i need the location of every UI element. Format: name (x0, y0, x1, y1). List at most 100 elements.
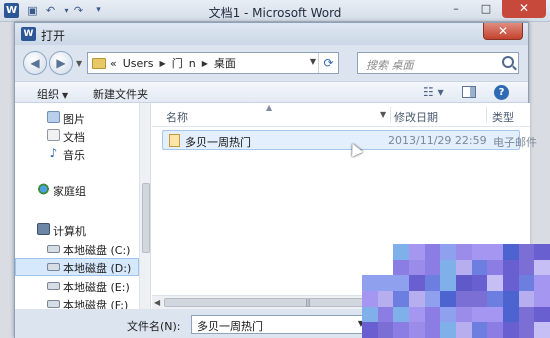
word-close-button[interactable]: ✕ (502, 0, 546, 18)
drive-icon (47, 282, 60, 290)
mosaic-tile (377, 291, 394, 307)
mosaic-tile (534, 306, 550, 323)
sidebar-item-computer[interactable]: 计算机 (15, 221, 139, 239)
breadcrumb-separator-icon[interactable]: ▶ (202, 59, 208, 68)
sidebar-item-label: 文档 (63, 131, 85, 144)
mosaic-tile (471, 275, 488, 291)
sidebar-item-label: 图片 (63, 113, 85, 126)
mosaic-tile (393, 291, 409, 307)
sidebar-item-homegroup[interactable]: 家庭组 (15, 181, 139, 199)
search-placeholder: 搜索 桌面 (366, 59, 414, 72)
column-divider[interactable] (390, 107, 391, 123)
mosaic-tile (471, 306, 488, 323)
help-icon[interactable]: ? (494, 85, 509, 100)
mosaic-tile (378, 244, 394, 260)
column-type[interactable]: 类型 (492, 109, 514, 125)
breadcrumb-users[interactable]: Users (123, 57, 154, 70)
maximize-button[interactable]: □ (472, 0, 500, 18)
mosaic-tile (378, 260, 394, 276)
mosaic-tile (456, 291, 472, 307)
breadcrumb-user-folder[interactable]: 门 (172, 55, 183, 71)
mosaic-tile (377, 306, 394, 323)
mosaic-tile (534, 322, 550, 338)
mosaic-tile (424, 259, 441, 276)
mosaic-tile (518, 259, 535, 276)
mosaic-tile (409, 275, 425, 291)
breadcrumb-desktop[interactable]: 桌面 (214, 55, 236, 71)
minimize-button[interactable]: – (442, 0, 470, 18)
sidebar-item-label: 本地磁盘 (F:) (63, 299, 129, 309)
mosaic-tile (518, 322, 535, 338)
refresh-icon[interactable]: ⟳ (318, 53, 338, 73)
sidebar-item-documents[interactable]: 文档 (15, 127, 139, 145)
address-overflow[interactable]: « (110, 57, 117, 70)
search-input[interactable]: 搜索 桌面 (357, 52, 519, 74)
mosaic-tile (534, 291, 550, 307)
mosaic-tile (456, 306, 472, 323)
mosaic-tile (424, 306, 441, 323)
dialog-titlebar: W 打开 ✕ (15, 23, 528, 45)
mosaic-tile (518, 244, 535, 260)
forward-button[interactable]: ▶ (49, 51, 73, 75)
organize-button[interactable]: 组织 ▼ (37, 86, 68, 102)
mosaic-tile (393, 275, 409, 291)
dialog-title: 打开 (41, 29, 66, 43)
breadcrumb-separator-icon[interactable]: ▶ (160, 59, 166, 68)
new-folder-button[interactable]: 新建文件夹 (93, 86, 148, 102)
sidebar-scroll-thumb[interactable] (142, 183, 150, 253)
column-filter-icon[interactable]: ▼ (380, 110, 386, 119)
mosaic-tile (487, 322, 503, 338)
music-icon: ♪ (49, 146, 58, 160)
file-row[interactable]: 多贝一周热门 2013/11/29 22:59 电子邮件 (162, 130, 537, 150)
mosaic-tile (534, 244, 550, 260)
mosaic-tile (471, 291, 488, 307)
breadcrumb-user-folder-2[interactable]: n (189, 57, 196, 70)
computer-icon (37, 223, 50, 235)
mosaic-tile (409, 244, 425, 260)
file-name-input[interactable]: 多贝一周热门 ▼ (191, 315, 369, 334)
word-titlebar: W ▣ ↶ ▾ ↷ ▾ 文档1 - Microsoft Word – □ ✕ (0, 0, 550, 22)
dialog-close-button[interactable]: ✕ (483, 23, 523, 40)
mosaic-tile (487, 306, 503, 323)
mosaic-tile (409, 306, 425, 323)
sidebar-item-music[interactable]: ♪ 音乐 (15, 145, 139, 163)
column-date-modified[interactable]: 修改日期 (394, 109, 438, 125)
column-divider[interactable] (486, 107, 487, 123)
view-options-icon[interactable]: ☷ ▾ (423, 85, 444, 99)
mosaic-tile (424, 291, 441, 307)
file-type: 电子邮件 (493, 136, 537, 149)
file-name: 多贝一周热门 (185, 136, 251, 149)
mosaic-tile (487, 244, 503, 260)
preview-pane-icon[interactable] (462, 86, 476, 98)
address-bar[interactable]: « Users ▶ 门 n ▶ 桌面 ▼ ⟳ (87, 52, 339, 74)
mosaic-tile (362, 260, 378, 276)
column-header: ▲ 名称 ▼ 修改日期 类型 (152, 103, 530, 127)
navigation-bar: ◀ ▶ ▼ « Users ▶ 门 n ▶ 桌面 ▼ ⟳ 搜索 桌面 (15, 45, 528, 81)
mosaic-tile (503, 306, 519, 323)
mosaic-tile (456, 322, 472, 338)
sidebar-item-pictures[interactable]: 图片 (15, 109, 139, 127)
mosaic-tile (424, 322, 441, 338)
mosaic-tile (362, 275, 378, 291)
mosaic-tile (503, 259, 519, 276)
recent-locations-dropdown-icon[interactable]: ▼ (76, 59, 82, 68)
mosaic-tile (471, 322, 488, 338)
back-button[interactable]: ◀ (23, 51, 47, 75)
mosaic-tile (362, 322, 378, 338)
sidebar-item-drive-e[interactable]: 本地磁盘 (E:) (15, 277, 139, 295)
mosaic-tile (487, 275, 503, 291)
scroll-left-icon[interactable]: ◀ (154, 298, 160, 307)
sidebar-item-drive-d[interactable]: 本地磁盘 (D:) (15, 258, 139, 276)
address-dropdown-icon[interactable]: ▼ (310, 57, 316, 66)
pixelated-watermark (362, 244, 550, 338)
mosaic-tile (362, 291, 378, 307)
sidebar-scrollbar[interactable] (139, 103, 150, 309)
search-icon[interactable] (502, 56, 514, 68)
column-name[interactable]: 名称 (166, 109, 188, 125)
mosaic-tile (471, 259, 488, 276)
mosaic-tile (440, 244, 456, 260)
mosaic-tile (456, 275, 472, 291)
sidebar-item-drive-c[interactable]: 本地磁盘 (C:) (15, 240, 139, 258)
sidebar-item-drive-f[interactable]: 本地磁盘 (F:) (15, 295, 139, 309)
mosaic-tile (534, 275, 550, 291)
